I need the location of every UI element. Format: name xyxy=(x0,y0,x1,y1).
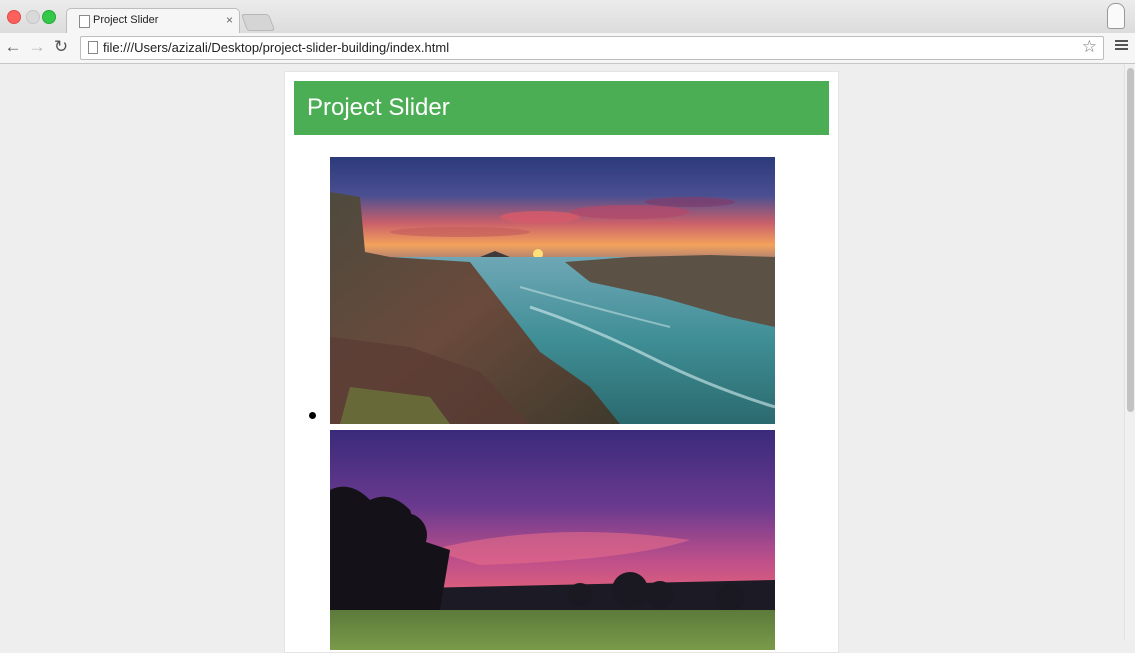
browser-tab[interactable]: Project Slider × xyxy=(66,8,240,34)
tab-title: Project Slider xyxy=(93,14,159,26)
close-window-button[interactable] xyxy=(7,10,21,24)
reload-icon[interactable]: ↻ xyxy=(52,38,70,56)
browser-toolbar: ← → ↻ file:///Users/azizali/Desktop/proj… xyxy=(0,33,1135,64)
page-header: Project Slider xyxy=(294,81,829,135)
slide-image-2 xyxy=(330,430,775,650)
profile-icon[interactable] xyxy=(1107,3,1125,29)
page-icon xyxy=(79,15,90,28)
back-arrow-icon[interactable]: ← xyxy=(4,38,22,56)
vertical-scrollbar[interactable] xyxy=(1124,64,1135,640)
tab-close-icon[interactable]: × xyxy=(226,13,233,27)
slide-image-1 xyxy=(330,157,775,424)
bookmark-star-icon[interactable]: ☆ xyxy=(1082,37,1097,57)
maximize-window-button[interactable] xyxy=(42,10,56,24)
forward-arrow-icon[interactable]: → xyxy=(28,38,46,56)
menu-icon[interactable] xyxy=(1115,38,1128,52)
page-container: Project Slider xyxy=(284,71,839,653)
list-bullet xyxy=(309,412,316,419)
address-bar[interactable]: file:///Users/azizali/Desktop/project-sl… xyxy=(80,36,1104,60)
minimize-window-button[interactable] xyxy=(26,10,40,24)
new-tab-button[interactable] xyxy=(240,14,276,31)
file-icon xyxy=(88,41,98,54)
url-text[interactable]: file:///Users/azizali/Desktop/project-sl… xyxy=(103,40,449,55)
scrollbar-thumb[interactable] xyxy=(1127,68,1134,412)
page-title: Project Slider xyxy=(307,94,450,121)
browser-titlebar: Project Slider × xyxy=(0,0,1135,34)
page-viewport: Project Slider xyxy=(0,64,1135,653)
